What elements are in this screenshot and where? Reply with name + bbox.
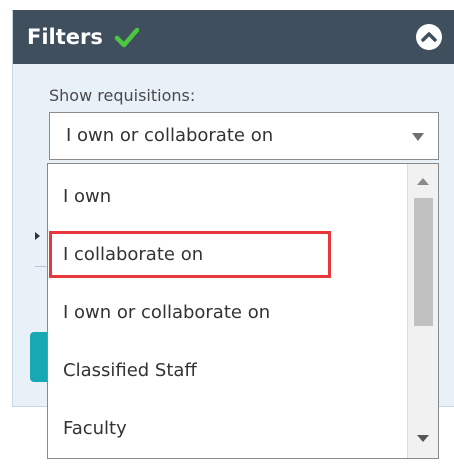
option-i-own[interactable]: I own	[48, 168, 408, 226]
option-label: Faculty	[63, 418, 127, 439]
option-label: Classified Staff	[63, 360, 197, 381]
show-requisitions-label: Show requisitions:	[49, 86, 196, 105]
highlight-annotation	[49, 231, 331, 278]
scroll-down-icon[interactable]	[417, 435, 429, 442]
option-label: I own or collaborate on	[63, 302, 271, 323]
filters-header[interactable]: Filters	[13, 10, 454, 64]
expand-triangle-icon[interactable]	[35, 232, 40, 240]
dropdown-scrollbar[interactable]	[407, 164, 438, 458]
check-icon	[114, 27, 140, 48]
filters-title: Filters	[27, 25, 103, 49]
option-label: I own	[63, 186, 112, 207]
option-classified-staff[interactable]: Classified Staff	[48, 342, 408, 400]
scroll-thumb[interactable]	[414, 198, 433, 326]
scroll-up-icon[interactable]	[417, 178, 429, 185]
requisitions-dropdown-list[interactable]: I own I collaborate on I own or collabor…	[47, 163, 439, 459]
option-i-own-or-collaborate-on[interactable]: I own or collaborate on	[48, 284, 408, 342]
chevron-down-icon[interactable]	[412, 133, 424, 141]
option-faculty[interactable]: Faculty	[48, 400, 408, 458]
select-value: I own or collaborate on	[66, 125, 274, 146]
requisitions-select[interactable]: I own or collaborate on	[49, 112, 439, 160]
chevron-up-circle-icon[interactable]	[415, 23, 443, 51]
